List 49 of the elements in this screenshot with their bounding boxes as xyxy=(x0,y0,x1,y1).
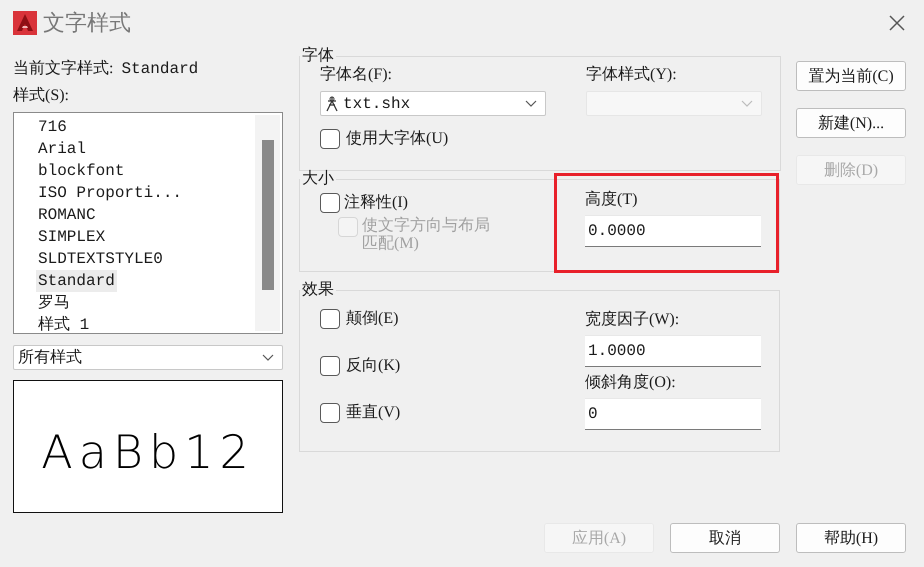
scrollbar[interactable] xyxy=(255,115,280,331)
chevron-down-icon xyxy=(741,100,753,108)
chevron-down-icon xyxy=(525,100,537,108)
group-title: 字体 xyxy=(301,48,335,64)
checkbox-label: 使文字方向与布局匹配(M) xyxy=(362,217,491,253)
checkbox-label: 垂直(V) xyxy=(346,403,400,423)
style-list-item[interactable]: 罗马 xyxy=(36,292,72,314)
field-label: 倾斜角度(O): xyxy=(585,373,677,393)
font-name-dropdown[interactable]: txt.shx xyxy=(320,91,546,116)
field-label: 高度(T) xyxy=(585,190,638,210)
checkbox-label: 注释性(I) xyxy=(344,193,408,213)
checkbox[interactable] xyxy=(320,193,340,213)
checkbox-label: 颠倒(E) xyxy=(346,309,398,329)
checkbox[interactable] xyxy=(320,356,340,376)
field-label: 字体名(F): xyxy=(320,65,393,85)
width-factor-input[interactable]: 1.0000 xyxy=(585,335,761,367)
action-button[interactable]: 置为当前(C) xyxy=(796,61,906,91)
style-list-item[interactable]: ISO Proporti... xyxy=(36,182,184,204)
style-list-item[interactable]: SLDTEXTSTYLE0 xyxy=(36,248,165,270)
action-button[interactable]: 新建(N)... xyxy=(796,108,906,138)
checkbox-label: 使用大字体(U) xyxy=(346,129,448,149)
field-label: 宽度因子(W): xyxy=(585,310,680,330)
style-list-item[interactable]: SIMPLEX xyxy=(36,226,108,248)
style-list-item[interactable]: 样式 1 xyxy=(36,314,92,336)
checkbox-label: 反向(K) xyxy=(346,356,400,376)
style-list-item[interactable]: blockfont xyxy=(36,160,126,182)
checkbox[interactable] xyxy=(320,309,340,329)
checkbox[interactable] xyxy=(320,129,340,149)
field-label: 字体样式(Y): xyxy=(586,65,678,85)
app-logo-icon xyxy=(13,10,37,34)
style-filter-dropdown[interactable]: 所有样式 xyxy=(13,345,283,370)
current-style-value: Standard xyxy=(121,59,198,79)
preview-text: AaBb12 xyxy=(41,428,255,474)
style-list-item[interactable]: Arial xyxy=(36,138,88,160)
chevron-down-icon xyxy=(262,354,274,362)
styles-label: 样式(S): xyxy=(13,86,70,106)
group-title: 大小 xyxy=(301,171,335,187)
style-list-item[interactable]: ROMANC xyxy=(36,204,98,226)
oblique-angle-input[interactable]: 0 xyxy=(585,398,761,430)
style-list-item[interactable]: 716 xyxy=(36,116,69,138)
window-title: 文字样式 xyxy=(43,10,132,38)
style-list-item[interactable]: Standard xyxy=(36,270,117,292)
current-style-label: 当前文字样式: xyxy=(13,59,114,79)
height-input[interactable]: 0.0000 xyxy=(585,215,761,247)
group-title: 效果 xyxy=(301,282,335,298)
checkbox[interactable] xyxy=(320,403,340,423)
footer-button[interactable]: 取消 xyxy=(670,523,780,553)
close-icon[interactable] xyxy=(888,14,906,32)
footer-button[interactable]: 帮助(H) xyxy=(796,523,906,553)
